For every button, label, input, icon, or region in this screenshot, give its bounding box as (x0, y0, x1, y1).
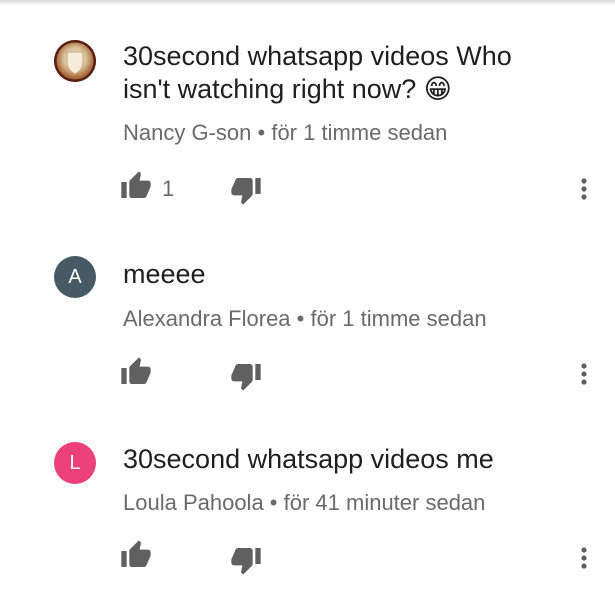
comment-text: 30second whatsapp videos Who isn't watch… (123, 41, 512, 104)
meta-separator: • (263, 490, 284, 515)
thumb-up-icon (121, 540, 151, 567)
meta-separator: • (290, 306, 311, 331)
avatar-letter: A (68, 266, 82, 288)
dislike-button[interactable] (230, 360, 266, 396)
comment-text: meeee (123, 259, 206, 289)
more-options-button[interactable] (570, 541, 598, 577)
comment-time: för 1 timme sedan (310, 306, 487, 331)
dislike-button[interactable] (230, 174, 266, 210)
comment-author[interactable]: Alexandra Florea (123, 306, 291, 331)
avatar-letter: L (69, 452, 81, 474)
thumb-up-icon (121, 171, 151, 198)
like-count: 1 (162, 176, 175, 201)
comment-author[interactable]: Nancy G-son (123, 120, 251, 145)
comment-meta: Nancy G-son • för 1 timme sedan (123, 120, 583, 146)
more-options-button[interactable] (570, 172, 598, 208)
like-button[interactable] (120, 356, 156, 392)
more-vert-icon (581, 363, 587, 385)
avatar[interactable]: A (54, 256, 96, 298)
comment-text: 30second whatsapp videos me (123, 444, 494, 474)
thumb-down-icon (231, 364, 261, 391)
comment-meta: Alexandra Florea • för 1 timme sedan (123, 306, 583, 332)
comment-time: för 41 minuter sedan (283, 490, 486, 515)
more-vert-icon (581, 547, 587, 569)
like-button[interactable] (120, 170, 156, 206)
more-vert-icon (581, 178, 587, 200)
avatar-image (54, 40, 96, 82)
more-options-button[interactable] (570, 357, 598, 393)
meta-separator: • (251, 120, 272, 145)
comment-time: för 1 timme sedan (271, 120, 448, 145)
thumb-down-icon (231, 178, 261, 205)
comment-author[interactable]: Loula Pahoola (123, 490, 264, 515)
like-button[interactable] (120, 539, 156, 575)
thumb-down-icon (231, 548, 261, 575)
thumb-up-icon (121, 357, 151, 384)
dislike-button[interactable] (230, 544, 266, 580)
avatar[interactable] (54, 40, 96, 82)
top-shadow (0, 0, 615, 5)
comment-meta: Loula Pahoola • för 41 minuter sedan (123, 490, 583, 516)
avatar[interactable]: L (54, 442, 96, 484)
